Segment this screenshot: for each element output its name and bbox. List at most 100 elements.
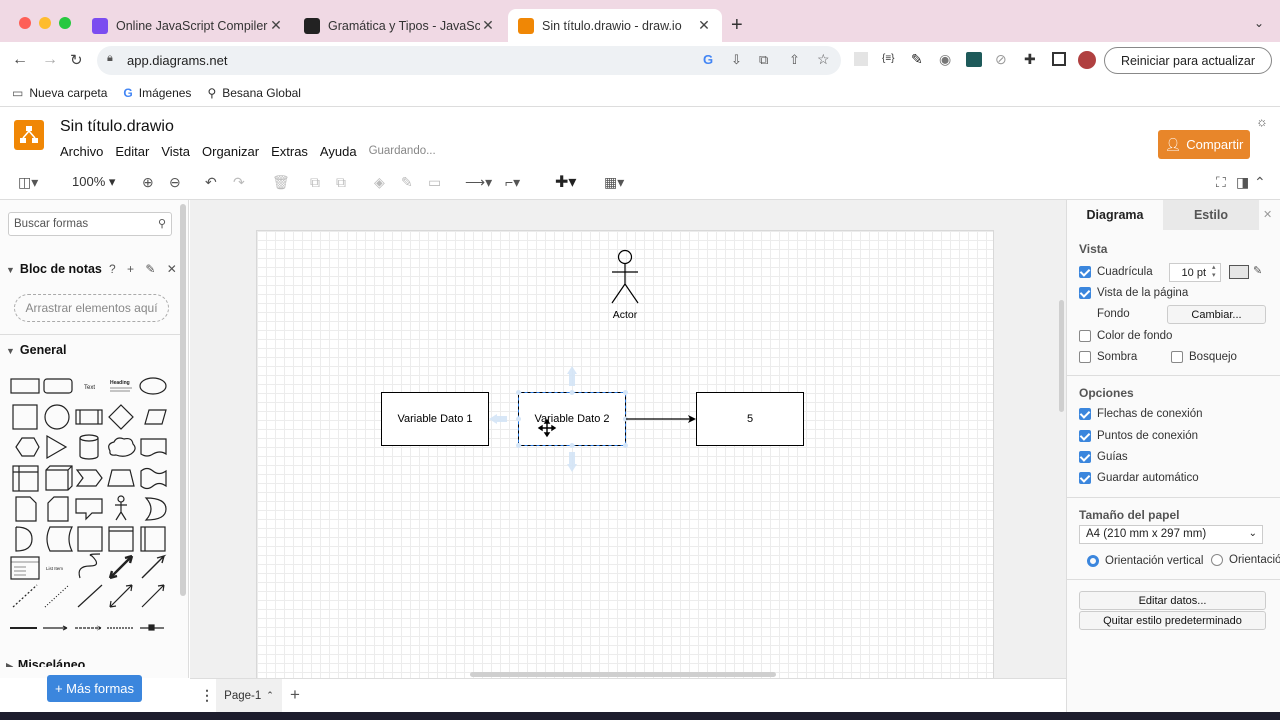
canvas-vertical-scrollbar[interactable]	[1059, 300, 1064, 412]
document-title[interactable]: Sin título.drawio	[60, 118, 174, 136]
landscape-radio[interactable]	[1211, 554, 1223, 566]
waypoints-icon[interactable]: ⌐▾	[505, 174, 520, 191]
minimize-window-button[interactable]	[39, 17, 51, 29]
grid-color-swatch[interactable]	[1229, 265, 1249, 279]
google-icon[interactable]: G	[703, 52, 713, 67]
tab-search-icon[interactable]: ⌄	[1254, 16, 1264, 30]
shadow-checkbox[interactable]	[1079, 351, 1091, 363]
shape-tape[interactable]	[140, 467, 167, 490]
shadow-option[interactable]: Sombra	[1079, 351, 1137, 363]
shape-actor[interactable]	[115, 495, 127, 521]
eyedropper-extension-icon[interactable]: ✎	[911, 51, 923, 68]
shape-container[interactable]	[108, 526, 134, 552]
side-panel-icon[interactable]	[1052, 52, 1066, 66]
shape-card[interactable]	[47, 496, 69, 522]
shape-directional-connector[interactable]	[141, 584, 165, 608]
shape-rounded-rectangle[interactable]	[43, 378, 73, 394]
more-shapes-button[interactable]: + Más formas	[47, 675, 142, 702]
diagram-canvas[interactable]: Actor Variable Dato 1 Variable Dato 2 5	[190, 200, 1066, 678]
edit-data-button[interactable]: Editar datos...	[1079, 591, 1266, 610]
profile-avatar[interactable]	[1078, 51, 1096, 69]
install-app-icon[interactable]: ⇩	[731, 52, 742, 68]
connection-points-checkbox[interactable]	[1079, 430, 1091, 442]
shape-cylinder[interactable]	[79, 434, 99, 460]
share-page-icon[interactable]: ⇧	[789, 52, 800, 68]
shape-frame[interactable]	[77, 526, 103, 552]
autosave-option[interactable]: Guardar automático	[1079, 472, 1199, 484]
shadow-icon[interactable]: ▭	[428, 174, 441, 191]
theme-sun-icon[interactable]: ☼	[1256, 114, 1268, 129]
page-view-checkbox[interactable]	[1079, 287, 1091, 299]
share-button[interactable]: 👤︎ Compartir	[1158, 130, 1250, 159]
menu-archivo[interactable]: Archivo	[60, 144, 103, 159]
table-icon[interactable]: ▦▾	[604, 174, 624, 191]
guides-option[interactable]: Guías	[1079, 451, 1128, 463]
add-page-icon[interactable]: +	[290, 685, 300, 705]
menu-vista[interactable]: Vista	[161, 144, 190, 159]
shape-square[interactable]	[12, 404, 38, 430]
back-icon[interactable]: ←	[12, 51, 28, 69]
shape-internal-storage[interactable]	[12, 465, 39, 492]
menu-editar[interactable]: Editar	[115, 144, 149, 159]
connector-arrow[interactable]	[626, 415, 696, 423]
shapes-scrollbar[interactable]	[180, 204, 186, 596]
shape-cube[interactable]	[45, 465, 73, 491]
shape-diamond[interactable]	[108, 404, 134, 430]
shape-bidirectional-arrow[interactable]	[108, 554, 134, 580]
fullscreen-icon[interactable]: ⛶	[1216, 174, 1226, 191]
shape-heading[interactable]: Heading	[110, 380, 132, 392]
shape-bidirectional-connector[interactable]	[109, 584, 133, 608]
canvas-horizontal-scrollbar[interactable]	[470, 672, 776, 677]
format-panel-icon[interactable]: ◫▾	[18, 174, 38, 191]
remove-default-style-button[interactable]: Quitar estilo predeterminado	[1079, 611, 1266, 630]
shape-rectangle[interactable]	[10, 378, 40, 394]
autosave-checkbox[interactable]	[1079, 472, 1091, 484]
insert-icon[interactable]: ✚▾	[555, 172, 576, 192]
maximize-window-button[interactable]	[59, 17, 71, 29]
bg-color-checkbox[interactable]	[1079, 330, 1091, 342]
close-tab-icon[interactable]: ✕	[480, 17, 496, 34]
connection-arrows-option[interactable]: Flechas de conexión	[1079, 408, 1202, 420]
shape-circle[interactable]	[44, 404, 70, 430]
grid-option[interactable]: Cuadrícula	[1079, 266, 1153, 278]
undo-icon[interactable]: ↶	[205, 174, 217, 191]
browser-tab-gramatica[interactable]: Gramática y Tipos - JavaScrip ✕	[294, 9, 506, 42]
tab-diagrama[interactable]: Diagrama	[1067, 200, 1163, 230]
shape-delay[interactable]	[15, 526, 33, 552]
shape-ellipse[interactable]	[139, 377, 167, 395]
color-picker-icon[interactable]: ✎	[1253, 264, 1262, 277]
zoom-out-icon[interactable]: ⊖	[169, 174, 181, 191]
fill-color-icon[interactable]: ◈	[374, 174, 385, 191]
shape-hexagon[interactable]	[15, 437, 40, 457]
zoom-select[interactable]: 100% ▾	[72, 174, 115, 190]
shape-process[interactable]	[75, 409, 103, 425]
shape-dashed-line[interactable]	[12, 584, 38, 608]
shape-data-storage[interactable]	[46, 526, 73, 552]
update-browser-button[interactable]: Reiniciar para actualizar	[1104, 47, 1272, 74]
shape-or[interactable]	[144, 497, 167, 521]
change-background-button[interactable]: Cambiar...	[1167, 305, 1266, 324]
connection-points-option[interactable]: Puntos de conexión	[1079, 430, 1198, 442]
landscape-option[interactable]: Orientación	[1211, 554, 1280, 566]
general-header[interactable]: ▼ General	[6, 343, 66, 357]
zoom-in-icon[interactable]: ⊕	[142, 174, 154, 191]
connection-arrows-checkbox[interactable]	[1079, 408, 1091, 420]
tab-estilo[interactable]: Estilo	[1163, 200, 1259, 230]
shape-arrow[interactable]	[141, 554, 167, 579]
url-bar[interactable]: 🔒︎ app.diagrams.net G ⇩ ⧉ ⇧ ☆	[97, 46, 841, 75]
close-tab-icon[interactable]: ✕	[268, 17, 284, 34]
extension-icon[interactable]: ◉	[939, 51, 951, 68]
close-tab-icon[interactable]: ✕	[696, 17, 712, 34]
scratchpad-actions[interactable]: ? + ✎ ✕	[109, 262, 181, 276]
browser-tab-js-compiler[interactable]: Online JavaScript Compiler (E ✕	[82, 9, 294, 42]
browser-tab-drawio[interactable]: Sin título.drawio - draw.io ✕	[508, 9, 722, 42]
connection-style-icon[interactable]: ⟶▾	[465, 174, 492, 191]
menu-organizar[interactable]: Organizar	[202, 144, 259, 159]
shape-callout[interactable]	[75, 498, 103, 521]
menu-ayuda[interactable]: Ayuda	[320, 144, 357, 159]
to-front-icon[interactable]: ⧉	[310, 174, 320, 191]
shape-line[interactable]	[77, 584, 103, 608]
close-panel-icon[interactable]: ✕	[1263, 208, 1272, 221]
bookmark-nueva-carpeta[interactable]: ▭ Nueva carpeta	[12, 86, 107, 100]
shape-document[interactable]	[140, 438, 167, 457]
